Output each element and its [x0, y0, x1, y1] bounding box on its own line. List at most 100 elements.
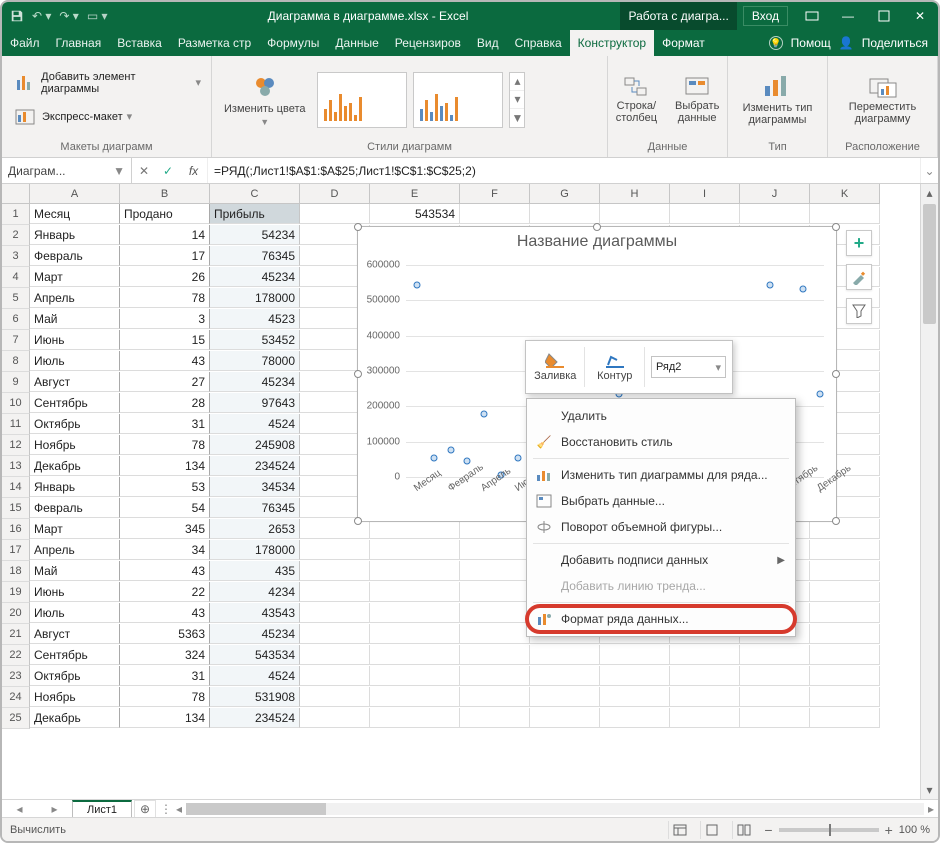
row-header[interactable]: 4	[2, 267, 30, 288]
cell[interactable]: Январь	[30, 225, 120, 245]
ctx-3d-rotation[interactable]: Поворот объемной фигуры...	[527, 514, 795, 540]
cell[interactable]	[600, 204, 670, 224]
cell[interactable]: 5363	[120, 624, 210, 644]
cell[interactable]: 4234	[210, 582, 300, 602]
cell[interactable]	[740, 708, 810, 728]
sheet-nav-first-icon[interactable]: ◂	[16, 802, 22, 816]
cell[interactable]: Сентябрь	[30, 393, 120, 413]
cell[interactable]: Декабрь	[30, 708, 120, 728]
cell[interactable]: Ноябрь	[30, 435, 120, 455]
col-header[interactable]: C	[210, 184, 300, 204]
name-box[interactable]: Диаграм...▼	[2, 158, 132, 183]
worksheet-grid[interactable]: A B C D E F G H I J K 1МесяцПроданоПрибы…	[2, 184, 938, 799]
cell[interactable]: Октябрь	[30, 666, 120, 686]
cell[interactable]	[370, 561, 460, 581]
row-header[interactable]: 1	[2, 204, 30, 225]
select-all-corner[interactable]	[2, 184, 30, 204]
cell[interactable]: Апрель	[30, 288, 120, 308]
cell[interactable]	[370, 666, 460, 686]
cell[interactable]	[530, 645, 600, 665]
cell[interactable]	[740, 687, 810, 707]
cell[interactable]: Май	[30, 309, 120, 329]
cell[interactable]: Ноябрь	[30, 687, 120, 707]
cell[interactable]	[460, 645, 530, 665]
zoom-out-button[interactable]: −	[764, 822, 772, 838]
cell[interactable]: 4524	[210, 414, 300, 434]
cell[interactable]	[810, 582, 880, 602]
cell[interactable]	[810, 603, 880, 623]
row-header[interactable]: 23	[2, 666, 30, 687]
row-header[interactable]: 18	[2, 561, 30, 582]
cell[interactable]	[530, 687, 600, 707]
cell[interactable]: Февраль	[30, 246, 120, 266]
row-header[interactable]: 16	[2, 519, 30, 540]
select-data-button[interactable]: Выбрать данные	[669, 74, 725, 126]
cell[interactable]: Май	[30, 561, 120, 581]
row-header[interactable]: 19	[2, 582, 30, 603]
cell[interactable]	[530, 204, 600, 224]
chart-style-thumb-2[interactable]	[413, 72, 503, 128]
minimize-icon[interactable]: —	[830, 2, 866, 30]
cell[interactable]	[600, 645, 670, 665]
expand-formula-bar-icon[interactable]: ⌄	[920, 158, 938, 183]
ctx-delete[interactable]: Удалить	[527, 403, 795, 429]
sign-in-button[interactable]: Вход	[743, 6, 788, 26]
cell[interactable]: 78	[120, 288, 210, 308]
row-header[interactable]: 7	[2, 330, 30, 351]
cell[interactable]: 43	[120, 603, 210, 623]
cell[interactable]	[530, 708, 600, 728]
cell[interactable]: 178000	[210, 288, 300, 308]
cell[interactable]	[810, 561, 880, 581]
cell[interactable]: Август	[30, 624, 120, 644]
cell[interactable]: 78000	[210, 351, 300, 371]
cell[interactable]	[810, 687, 880, 707]
cell[interactable]: 543534	[370, 204, 460, 224]
cell[interactable]: 14	[120, 225, 210, 245]
cell[interactable]	[810, 519, 880, 539]
add-chart-element-button[interactable]: Добавить элемент диаграммы▾	[8, 68, 205, 98]
col-header[interactable]: G	[530, 184, 600, 204]
cell[interactable]	[670, 645, 740, 665]
cell[interactable]: 54234	[210, 225, 300, 245]
cell[interactable]: 22	[120, 582, 210, 602]
cell[interactable]: 178000	[210, 540, 300, 560]
cell[interactable]: 134	[120, 708, 210, 728]
cell[interactable]: 76345	[210, 498, 300, 518]
cell[interactable]: Июль	[30, 351, 120, 371]
ctx-select-data[interactable]: Выбрать данные...	[527, 488, 795, 514]
cell[interactable]	[370, 624, 460, 644]
cell[interactable]	[600, 687, 670, 707]
sheet-tab[interactable]: Лист1	[72, 800, 132, 818]
namebox-dropdown-icon[interactable]: ▼	[113, 164, 125, 178]
tab-insert[interactable]: Вставка	[109, 30, 170, 56]
cell[interactable]: 27	[120, 372, 210, 392]
cell[interactable]: Прибыль	[210, 204, 300, 224]
row-header[interactable]: 15	[2, 498, 30, 519]
cell[interactable]: 76345	[210, 246, 300, 266]
switch-row-col-button[interactable]: Строка/ столбец	[610, 74, 663, 126]
chart-style-thumb-1[interactable]	[317, 72, 407, 128]
cell[interactable]: 435	[210, 561, 300, 581]
cell[interactable]	[810, 666, 880, 686]
redo-icon[interactable]: ↷ ▾	[59, 9, 78, 23]
cell[interactable]: 345	[120, 519, 210, 539]
scroll-down-icon[interactable]: ▾	[921, 781, 938, 799]
gallery-up-icon[interactable]: ▴	[510, 73, 524, 91]
scroll-up-icon[interactable]: ▴	[921, 184, 938, 202]
share-label[interactable]: Поделиться	[862, 36, 928, 50]
cell[interactable]: Продано	[120, 204, 210, 224]
cell[interactable]	[740, 666, 810, 686]
cell[interactable]: Июнь	[30, 330, 120, 350]
view-normal-icon[interactable]	[668, 821, 690, 839]
cell[interactable]: 2653	[210, 519, 300, 539]
cell[interactable]	[300, 603, 370, 623]
hscroll-left-icon[interactable]: ◂	[176, 802, 182, 816]
ctx-add-data-labels[interactable]: Добавить подписи данных▶	[527, 547, 795, 573]
cell[interactable]	[460, 561, 530, 581]
cell[interactable]	[370, 540, 460, 560]
col-header[interactable]: D	[300, 184, 370, 204]
cell[interactable]: 34	[120, 540, 210, 560]
tab-file[interactable]: Файл	[2, 30, 48, 56]
sheet-nav-prev-icon[interactable]: ▸	[51, 802, 57, 816]
row-header[interactable]: 24	[2, 687, 30, 708]
